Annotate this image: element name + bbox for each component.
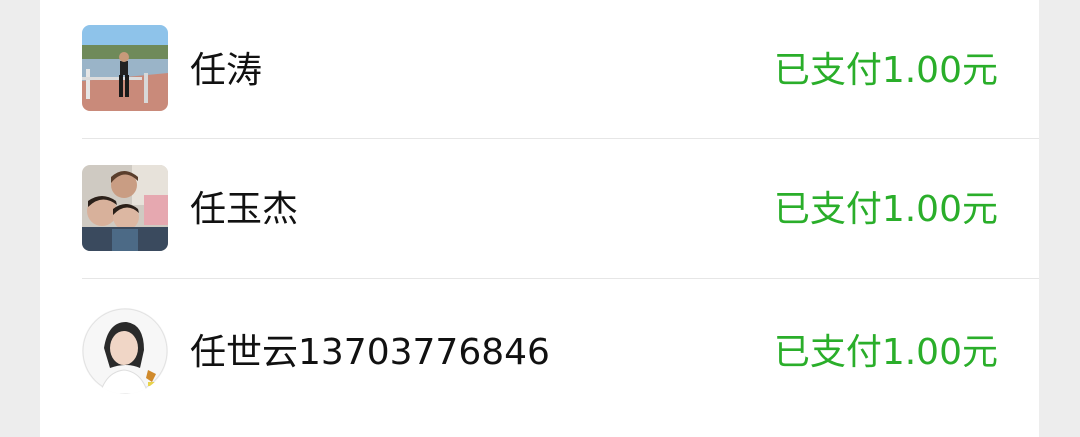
- payment-list: 任涛 已支付1.00元 任玉杰 已支付1.00元 任世云13703776846 …: [40, 0, 1039, 437]
- payment-status: 已支付1.00元: [773, 50, 998, 91]
- payment-status: 已支付1.00元: [773, 189, 998, 230]
- list-item[interactable]: 任涛 已支付1.00元: [40, 0, 1039, 140]
- payment-status: 已支付1.00元: [773, 332, 998, 373]
- avatar[interactable]: [82, 25, 168, 111]
- payer-name: 任涛: [190, 50, 263, 91]
- payer-name: 任玉杰: [190, 189, 299, 230]
- divider: [82, 138, 1039, 139]
- avatar[interactable]: [82, 308, 168, 394]
- payer-name: 任世云13703776846: [190, 332, 550, 373]
- avatar[interactable]: [82, 165, 168, 251]
- divider: [82, 278, 1039, 279]
- list-item[interactable]: 任玉杰 已支付1.00元: [40, 140, 1039, 280]
- list-item[interactable]: 任世云13703776846 已支付1.00元: [40, 280, 1039, 420]
